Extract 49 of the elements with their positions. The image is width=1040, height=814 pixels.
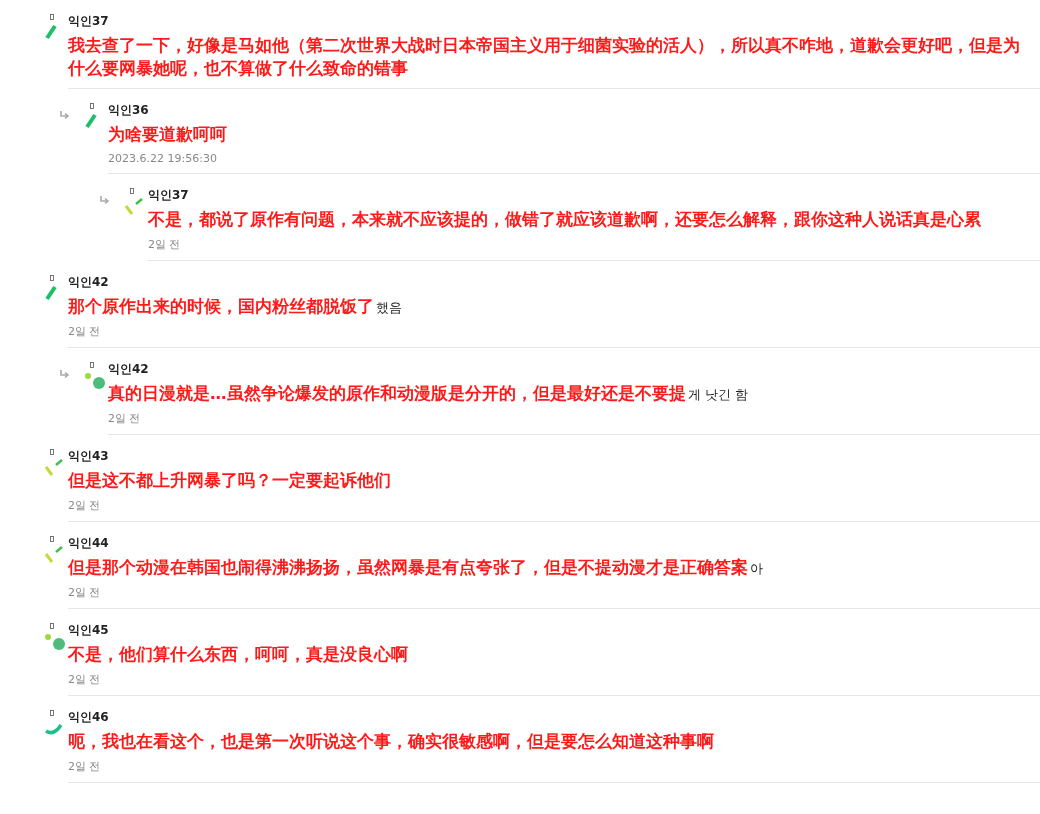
- broken-image-icon: [50, 623, 54, 629]
- comment-text-fragment: 게 낫긴 함: [687, 386, 748, 404]
- reply-arrow-icon: [60, 370, 70, 379]
- reply-arrow-icon: [60, 111, 70, 120]
- broken-image-icon: [50, 536, 54, 542]
- comment-author: 익인43: [68, 448, 109, 465]
- comment-text: 呃，我也在看这个，也是第一次听说这个事，确实很敏感啊，但是要怎么知道这种事啊: [68, 731, 714, 753]
- broken-image-icon: [90, 103, 94, 109]
- comment-text-fragment: 했음: [376, 299, 402, 317]
- avatar-drawing: [44, 459, 64, 477]
- avatar-drawing: [124, 198, 144, 216]
- avatar-drawing: [84, 372, 106, 390]
- comment-time: 2일 전: [68, 498, 101, 513]
- comment-author: 익인36: [108, 102, 149, 119]
- avatar-drawing: [44, 633, 66, 651]
- comment-text-fragment: 아: [750, 560, 763, 578]
- comment-author: 익인42: [68, 274, 109, 291]
- comment-time: 2023.6.22 19:56:30: [108, 152, 217, 165]
- comment-text: 为啥要道歉呵呵: [108, 124, 227, 146]
- comment-author: 익인46: [68, 709, 109, 726]
- avatar-drawing: [44, 24, 58, 40]
- comment-text: 但是这不都上升网暴了吗？一定要起诉他们: [68, 470, 391, 492]
- comment-author: 익인42: [108, 361, 149, 378]
- comment-time: 2일 전: [108, 411, 141, 426]
- avatar-drawing: [44, 285, 58, 301]
- broken-image-icon: [50, 275, 54, 281]
- broken-image-icon: [90, 362, 94, 368]
- comment-author: 익인37: [148, 187, 189, 204]
- broken-image-icon: [50, 449, 54, 455]
- comment-text: 不是，都说了原作有问题，本来就不应该提的，做错了就应该道歉啊，还要怎么解释，跟你这种人说话真是心累: [148, 209, 981, 231]
- comment-text: 那个原作出来的时候，国内粉丝都脱饭了: [68, 296, 374, 318]
- comment-author: 익인45: [68, 622, 109, 639]
- reply-arrow-icon: [100, 196, 110, 205]
- broken-image-icon: [130, 188, 134, 194]
- broken-image-icon: [50, 710, 54, 716]
- avatar-drawing: [44, 546, 64, 564]
- comment-time: 2일 전: [68, 672, 101, 687]
- broken-image-icon: [50, 14, 54, 20]
- comment-time: 2일 전: [68, 759, 101, 774]
- comment-text: 真的日漫就是…虽然争论爆发的原作和动漫版是分开的，但是最好还是不要提: [108, 383, 686, 405]
- comment-time: 2일 전: [68, 324, 101, 339]
- comment-text: 我去查了一下，好像是马如他（第二次世界大战时日本帝国主义用于细菌实验的活人），所以真不咋地，道歉会更好吧，但是为什么要网暴她呢，也不算做了什么致命的错事: [68, 35, 1021, 80]
- comment-time: 2일 전: [68, 585, 101, 600]
- comment-time: 2일 전: [148, 237, 181, 252]
- avatar-drawing: [84, 113, 98, 129]
- comment-author: 익인44: [68, 535, 109, 552]
- comment-author: 익인37: [68, 13, 109, 30]
- comment-text: 但是那个动漫在韩国也闹得沸沸扬扬，虽然网暴是有点夸张了，但是不提动漫才是正确答案: [68, 557, 748, 579]
- comment-text: 不是，他们算什么东西，呵呵，真是没良心啊: [68, 644, 408, 666]
